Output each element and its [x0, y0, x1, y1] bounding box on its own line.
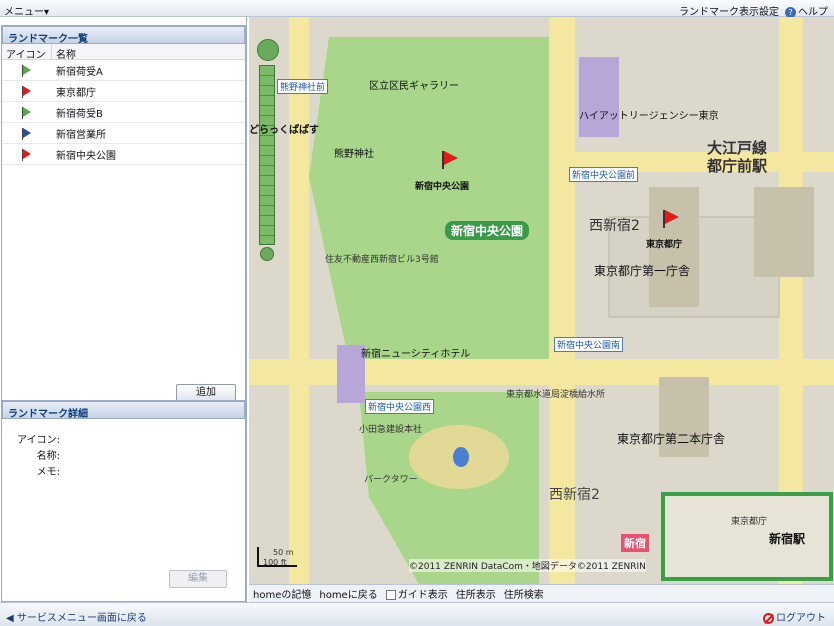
tocho-plaza-building [754, 187, 814, 277]
map-label-tocho-first: 東京都庁第一庁舎 [594, 264, 691, 278]
column-header-icon: アイコン [2, 44, 52, 61]
flag-icon [22, 86, 31, 98]
landmark-icon-cell [2, 107, 52, 119]
map-label-water-bureau: 東京都水道局淀橋給水所 [506, 390, 606, 400]
map-label-sumitomo: 住友不動産西新宿ビル3号館 [325, 255, 439, 265]
zoom-control[interactable] [257, 39, 279, 289]
flag-icon [22, 65, 31, 77]
pan-control[interactable] [257, 39, 279, 61]
back-to-service-menu-link[interactable]: ◀ サービスメニュー画面に戻る [6, 609, 147, 624]
guide-display-toggle[interactable]: ガイド表示 [385, 586, 448, 601]
map-label-new-city-hotel: 新宿ニューシティホテル [361, 349, 471, 360]
detail-name-label: 名称: [36, 451, 60, 462]
scale-feet: 100 ft [263, 558, 287, 567]
logout-label: ログアウト [776, 613, 826, 624]
column-header-name: 名称 [56, 50, 76, 61]
map-label-gallery: 区立区民ギャラリー [369, 81, 459, 92]
top-bar-right: ランドマーク表示設定 ? ヘルプ [679, 3, 828, 18]
road-vertical-west [289, 17, 309, 584]
map-copyright: ©2011 ZENRIN DataCom・地図データ©2011 ZENRIN [409, 559, 646, 572]
landmark-detail-panel: ランドマーク詳細 アイコン: 名称: メモ: 編集 [1, 400, 246, 602]
address-display-button[interactable]: 住所表示 [456, 586, 496, 601]
map-label-park-name: 新宿中央公園 [445, 221, 530, 240]
map-view[interactable]: ハイアットリージェンシー東京 区立区民ギャラリー 熊野神社 どらっくぱぱす 住友… [249, 17, 834, 584]
landmark-row[interactable]: 新宿中央公園 [2, 144, 245, 165]
flag-icon [22, 149, 31, 161]
landmark-table-header: アイコン 名称 [2, 44, 245, 61]
map-flag-park[interactable] [442, 151, 458, 169]
landmark-name: 新宿荷受A [56, 66, 103, 78]
landmark-detail-title: ランドマーク詳細 [2, 401, 245, 420]
landmark-row[interactable]: 新宿荷受A [2, 60, 245, 81]
landmark-name: 新宿営業所 [56, 129, 106, 141]
landmark-icon-cell [2, 128, 52, 140]
landmark-icon-cell [2, 86, 52, 98]
map-label-doraku: どらっくぱぱす [249, 125, 319, 136]
edit-button[interactable]: 編集 [169, 570, 227, 588]
map-label-tochomae-station: 都庁前駅 [707, 157, 768, 175]
map-label-hyatt: ハイアットリージェンシー東京 [579, 111, 719, 122]
guide-display-label: ガイド表示 [397, 590, 448, 601]
map-flag-tocho-label: 東京都庁 [646, 240, 683, 250]
landmark-name: 新宿荷受B [56, 108, 103, 120]
overview-map[interactable]: 東京都庁 新宿駅 [661, 492, 833, 581]
station-tag-2: 新宿中央公園西 [365, 399, 435, 414]
overview-label-tocho: 東京都庁 [731, 517, 768, 527]
landmark-row[interactable]: 新宿荷受B [2, 102, 245, 123]
left-panel: ランドマーク一覧 アイコン 名称 新宿荷受A 東京都庁新宿荷受B 新宿営業所新宿中央… [0, 17, 247, 602]
map-label-park-tower: パークタワー [364, 475, 418, 485]
station-tag-0: 新宿中央公園前 [569, 167, 639, 182]
detail-memo-label: メモ: [36, 467, 60, 478]
home-memory-button[interactable]: homeの記憶 [253, 586, 311, 601]
map-flag-tocho[interactable] [663, 210, 679, 228]
station-tag-1: 新宿中央公園南 [554, 337, 624, 352]
home-return-button[interactable]: homeに戻る [319, 586, 377, 601]
scale-bar: 50 m 100 ft [257, 547, 297, 567]
road-horizontal-south [249, 359, 834, 385]
map-label-tocho-second: 東京都庁第二本庁舎 [617, 432, 726, 446]
scale-meters: 50 m [273, 548, 294, 557]
detail-icon-label: アイコン: [17, 435, 60, 446]
landmark-list-panel: ランドマーク一覧 アイコン 名称 新宿荷受A 東京都庁新宿荷受B 新宿営業所新宿中央… [1, 25, 246, 410]
logout-icon [763, 612, 774, 624]
map-label-kumano: 熊野神社 [334, 149, 374, 160]
hyatt-building [579, 57, 619, 137]
station-tag-3: 熊野神社前 [277, 79, 329, 94]
flag-icon [22, 128, 31, 140]
landmark-display-settings-link[interactable]: ランドマーク表示設定 [679, 3, 779, 18]
map-label-nishi-shinjuku-2-a: 西新宿2 [589, 218, 640, 234]
landmark-row[interactable]: 新宿営業所 [2, 123, 245, 144]
landmark-name: 新宿中央公園 [56, 150, 116, 162]
map-flag-park-label: 新宿中央公園 [415, 182, 470, 192]
map-toolbar: homeの記憶 homeに戻る ガイド表示 住所表示 住所検索 [249, 584, 834, 602]
logout-link[interactable]: ログアウト [763, 609, 826, 624]
park-pond [453, 447, 469, 467]
help-link[interactable]: ? ヘルプ [785, 3, 828, 18]
top-bar: メニュー▾ ランドマーク表示設定 ? ヘルプ [0, 0, 834, 18]
landmark-list-title: ランドマーク一覧 [2, 26, 245, 45]
overview-label-station: 新宿駅 [769, 532, 806, 546]
zoom-out-button[interactable] [260, 247, 274, 261]
back-label: サービスメニュー画面に戻る [16, 613, 147, 624]
map-label-odakyu: 小田急建設本社 [359, 425, 423, 435]
map-label-nishi-shinjuku-2-b: 西新宿2 [549, 487, 600, 503]
landmark-icon-cell [2, 65, 52, 77]
menu-dropdown[interactable]: メニュー▾ [4, 3, 49, 18]
map-label-shinjuku-small: 新宿 [621, 534, 649, 552]
landmark-table-body: 新宿荷受A 東京都庁新宿荷受B 新宿営業所新宿中央公園 [2, 60, 245, 165]
footer-bar: ◀ サービスメニュー画面に戻る ログアウト [0, 602, 834, 626]
guide-display-checkbox[interactable] [385, 590, 396, 600]
landmark-name: 東京都庁 [56, 87, 96, 99]
landmark-row[interactable]: 東京都庁 [2, 81, 245, 102]
address-search-button[interactable]: 住所検索 [504, 586, 544, 601]
landmark-icon-cell [2, 149, 52, 161]
zoom-slider[interactable] [259, 65, 275, 245]
flag-icon [22, 107, 31, 119]
